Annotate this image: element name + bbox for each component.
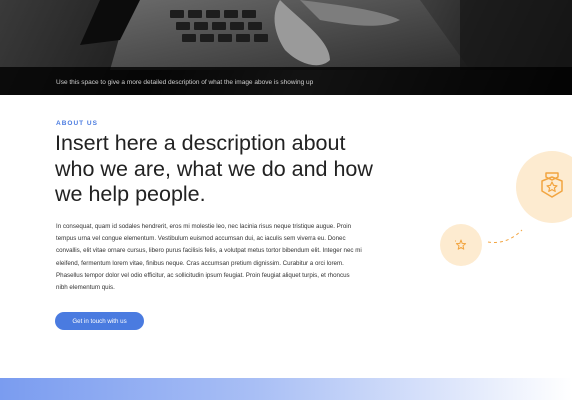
sparkle-star-icon	[455, 239, 467, 250]
section-body-text: In consequat, quam id sodales hendrerit,…	[56, 223, 362, 292]
hero-image: Use this space to give a more detailed d…	[0, 0, 572, 95]
section-eyebrow: ABOUT US	[56, 120, 98, 127]
footer-gradient-band	[0, 378, 572, 400]
dashed-connector	[487, 229, 523, 243]
get-in-touch-button[interactable]: Get in touch with us	[55, 312, 144, 330]
sparkle-star-circle	[440, 224, 482, 266]
badge-star-icon	[541, 172, 563, 198]
hero-caption: Use this space to give a more detailed d…	[56, 79, 314, 86]
badge-star-circle	[516, 151, 572, 223]
section-headline: Insert here a description about who we a…	[55, 131, 373, 206]
